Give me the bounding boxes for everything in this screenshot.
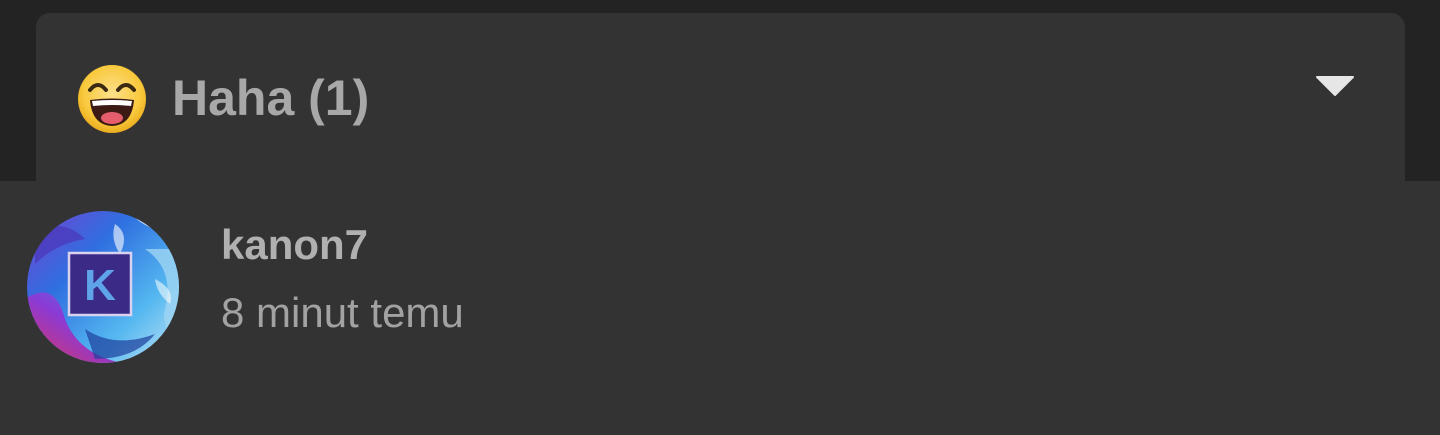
username: kanon7 <box>221 221 369 268</box>
expand-toggle-button[interactable] <box>1306 64 1364 108</box>
avatar-letter: K <box>84 261 116 310</box>
reaction-title: Haha (1) <box>172 70 370 126</box>
timestamp: 8 minut temu <box>221 289 464 336</box>
avatar: K <box>27 211 179 363</box>
reactor-list: K kanon7 8 minut temu <box>0 181 1440 435</box>
chevron-down-icon <box>1316 76 1354 96</box>
laughing-face-icon <box>78 65 146 133</box>
list-item[interactable]: K kanon7 8 minut temu <box>0 181 1440 381</box>
